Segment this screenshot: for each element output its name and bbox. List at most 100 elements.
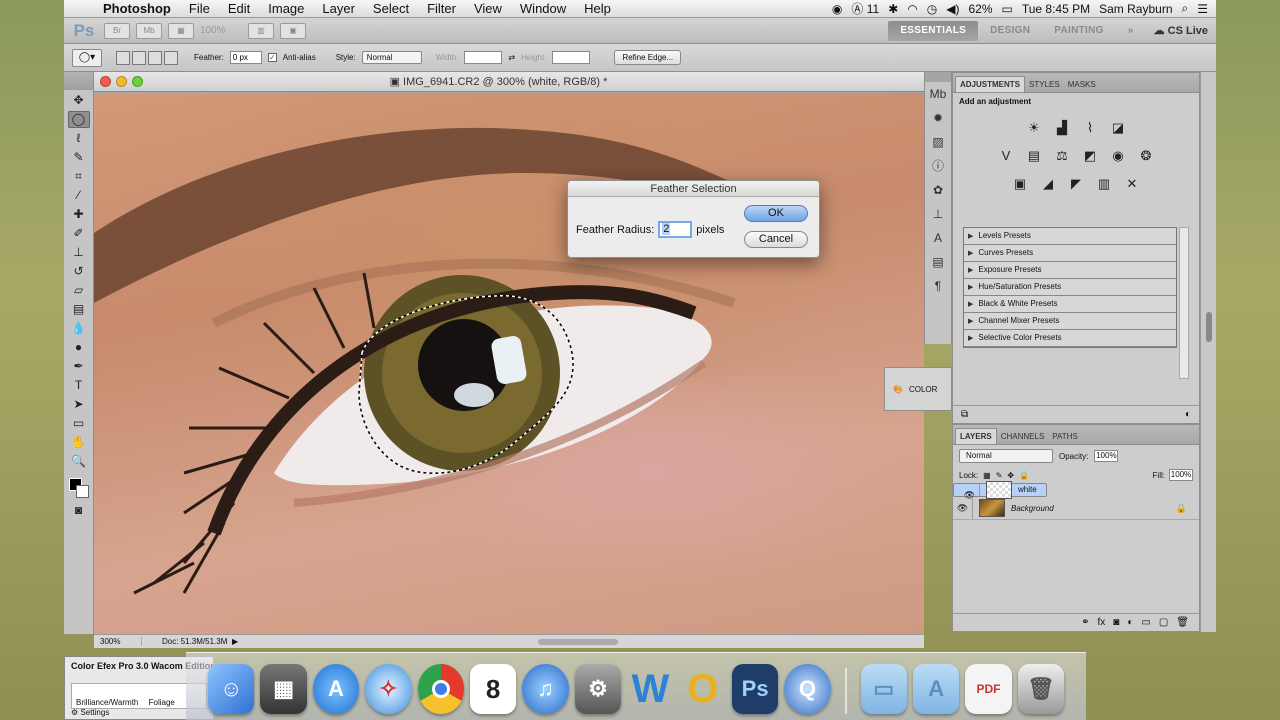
horizontal-scrollbar[interactable] <box>538 638 619 645</box>
menu-help[interactable]: Help <box>575 1 620 16</box>
layer-name[interactable]: Background <box>1011 504 1054 513</box>
menu-view[interactable]: View <box>465 1 511 16</box>
refine-edge-button[interactable]: Refine Edge... <box>614 50 682 65</box>
fill-input[interactable]: 100% <box>1169 469 1193 481</box>
pdf-stack-icon[interactable]: PDF <box>965 664 1012 714</box>
time-machine-icon[interactable]: ◷ <box>927 2 937 16</box>
menu-app-photoshop[interactable]: Photoshop <box>94 1 180 16</box>
clip-to-layer-icon[interactable]: ⧉ <box>961 409 968 420</box>
zoom-level-field[interactable]: 100% <box>200 25 248 36</box>
brush-presets-icon[interactable]: ✹ <box>925 106 951 130</box>
workspace-design[interactable]: DESIGN <box>978 21 1042 41</box>
layer-visibility-eye-icon[interactable]: 👁 <box>953 497 973 519</box>
character-icon[interactable]: A <box>925 226 951 250</box>
layer-visibility-eye-icon[interactable]: 👁 <box>960 484 980 500</box>
presets-scrollbar[interactable] <box>1179 227 1189 379</box>
mini-bridge-icon[interactable]: Mb <box>925 82 951 106</box>
lasso-tool-icon[interactable]: ℓ <box>68 130 90 147</box>
document-title-bar[interactable]: ▣ IMG_6941.CR2 @ 300% (white, RGB/8) * <box>94 72 924 92</box>
app-store-icon[interactable]: A <box>312 664 360 714</box>
mini-bridge-button[interactable]: Mb <box>136 22 162 39</box>
preset-levels[interactable]: Levels Presets <box>964 228 1176 245</box>
cancel-button[interactable]: Cancel <box>744 231 808 248</box>
eraser-tool-icon[interactable]: ▱ <box>68 282 90 299</box>
new-group-icon[interactable]: ▭ <box>1141 617 1150 628</box>
history-icon[interactable]: ▨ <box>925 130 951 154</box>
finder-icon[interactable]: ☺ <box>208 664 255 714</box>
delete-layer-icon[interactable]: 🗑 <box>1176 617 1189 628</box>
anti-alias-checkbox[interactable]: ✓ <box>267 53 277 62</box>
background-color-swatch[interactable] <box>75 485 89 498</box>
selective-color-icon[interactable]: ✕ <box>1122 174 1142 194</box>
itunes-icon[interactable]: ♫ <box>522 664 569 714</box>
photo-app-icon[interactable]: ▦ <box>260 664 307 714</box>
menu-image[interactable]: Image <box>259 1 313 16</box>
clock[interactable]: Tue 8:45 PM <box>1022 2 1090 16</box>
workspace-painting[interactable]: PAINTING <box>1042 21 1115 41</box>
preset-exposure[interactable]: Exposure Presets <box>964 262 1176 279</box>
spotlight-search-icon[interactable]: ⌕ <box>1182 1 1189 16</box>
zoom-window-button[interactable] <box>132 76 143 87</box>
invert-icon[interactable]: ▣ <box>1010 174 1030 194</box>
tab-paths[interactable]: PATHS <box>1048 429 1081 444</box>
levels-icon[interactable]: ▟ <box>1052 118 1072 138</box>
ok-button[interactable]: OK <box>744 205 808 222</box>
bridge-button[interactable]: Br <box>104 22 130 39</box>
intersect-selection-button[interactable] <box>164 50 178 65</box>
volume-icon[interactable]: ◀) <box>946 2 959 16</box>
photo-filter-icon[interactable]: ◉ <box>1108 146 1128 166</box>
tab-styles[interactable]: STYLES <box>1025 77 1064 92</box>
posterize-icon[interactable]: ◢ <box>1038 174 1058 194</box>
crop-tool-icon[interactable]: ⌗ <box>68 168 90 185</box>
tools-panel-grip[interactable] <box>64 72 93 90</box>
black-white-icon[interactable]: ◩ <box>1080 146 1100 166</box>
preset-black-white[interactable]: Black & White Presets <box>964 296 1176 313</box>
notification-center-icon[interactable]: ☰ <box>1197 2 1208 16</box>
blur-tool-icon[interactable]: 💧 <box>68 320 90 337</box>
menu-filter[interactable]: Filter <box>418 1 465 16</box>
type-tool-icon[interactable]: T <box>68 377 90 394</box>
layer-row-background[interactable]: 👁 Background 🔒 <box>953 497 1199 520</box>
clone-source-icon[interactable]: ⊥ <box>925 202 951 226</box>
new-adjustment-layer-icon[interactable]: ◐ <box>1127 617 1133 628</box>
menu-window[interactable]: Window <box>511 1 575 16</box>
screen-mode-button[interactable]: ▣ <box>280 22 306 39</box>
zoom-tool-icon[interactable]: 🔍 <box>68 453 90 470</box>
subtract-from-selection-button[interactable] <box>148 50 162 65</box>
eyedropper-tool-icon[interactable]: ⁄ <box>68 187 90 204</box>
dodge-tool-icon[interactable]: ● <box>68 339 90 356</box>
close-window-button[interactable] <box>100 76 111 87</box>
status-zoom[interactable]: 300% <box>94 637 142 646</box>
add-to-selection-button[interactable] <box>132 50 146 65</box>
channel-mixer-icon[interactable]: ❂ <box>1136 146 1156 166</box>
preset-curves[interactable]: Curves Presets <box>964 245 1176 262</box>
workspace-more-button[interactable]: » <box>1116 21 1146 41</box>
tab-masks[interactable]: MASKS <box>1064 77 1100 92</box>
new-layer-icon[interactable]: ▢ <box>1159 617 1168 628</box>
arrange-documents-button[interactable]: ▥ <box>248 22 274 39</box>
user-name[interactable]: Sam Rayburn <box>1099 2 1172 16</box>
record-icon[interactable]: ◉ <box>832 2 842 16</box>
menu-edit[interactable]: Edit <box>219 1 259 16</box>
safari-icon[interactable]: ✧ <box>365 664 412 714</box>
path-selection-tool-icon[interactable]: ➤ <box>68 396 90 413</box>
minimize-window-button[interactable] <box>116 76 127 87</box>
info-icon[interactable]: ⓘ <box>925 154 951 178</box>
menu-select[interactable]: Select <box>364 1 418 16</box>
view-extras-button[interactable]: ▦ <box>168 22 194 39</box>
swap-dimensions-icon[interactable]: ⇄ <box>508 53 515 62</box>
color-balance-icon[interactable]: ⚖ <box>1052 146 1072 166</box>
opacity-input[interactable]: 100% <box>1094 450 1119 462</box>
link-layers-icon[interactable]: ⚭ <box>1081 617 1089 628</box>
notification-count[interactable]: Ⓐ 11 <box>851 0 879 17</box>
bluetooth-icon[interactable]: ✱ <box>888 2 898 16</box>
gradient-tool-icon[interactable]: ▤ <box>68 301 90 318</box>
history-brush-tool-icon[interactable]: ↺ <box>68 263 90 280</box>
brightness-contrast-icon[interactable]: ☀ <box>1024 118 1044 138</box>
documents-folder-icon[interactable]: ▭ <box>860 664 907 714</box>
wifi-icon[interactable]: ◠ <box>907 2 917 16</box>
lock-transparency-icon[interactable]: ▦ <box>983 471 991 480</box>
hue-saturation-icon[interactable]: ▤ <box>1024 146 1044 166</box>
pen-tool-icon[interactable]: ✒ <box>68 358 90 375</box>
hand-tool-icon[interactable]: ✋ <box>68 434 90 451</box>
